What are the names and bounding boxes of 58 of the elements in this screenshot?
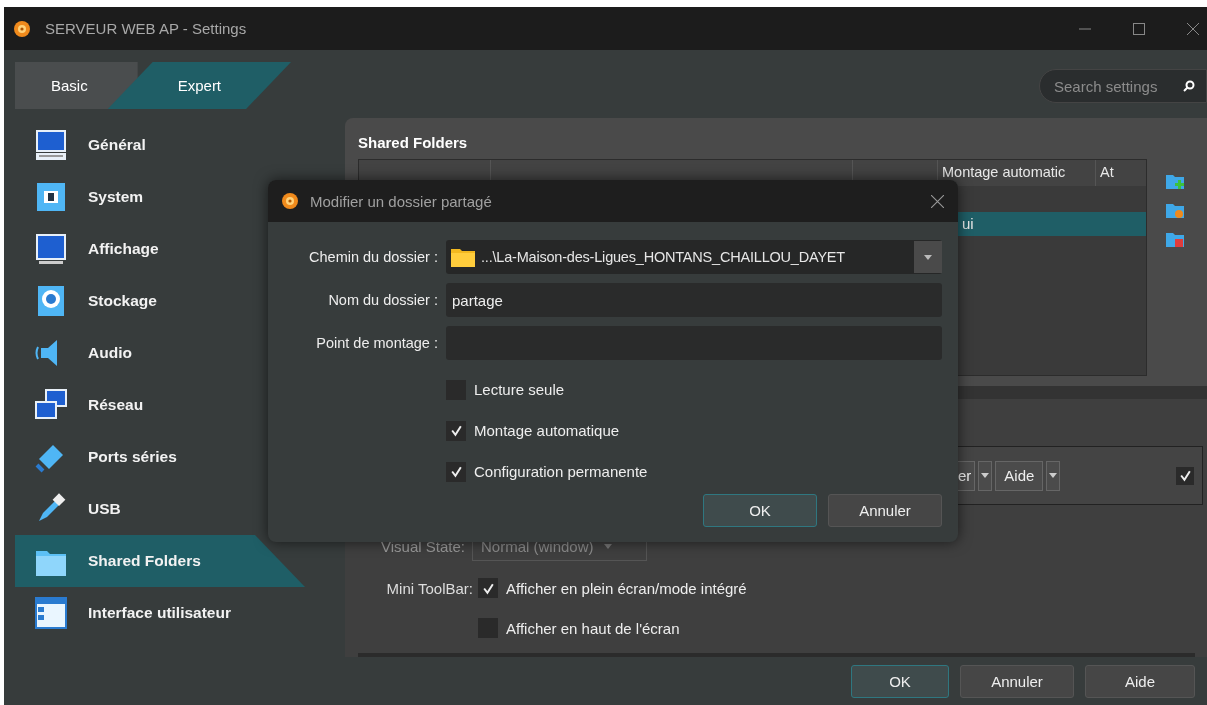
check-icon [481, 581, 495, 595]
close-icon[interactable] [931, 194, 944, 208]
monitor-icon [35, 129, 67, 161]
check-icon [449, 424, 463, 437]
search-field[interactable]: Search settings [1039, 69, 1207, 103]
column-header[interactable]: At [1096, 160, 1146, 186]
caret-icon [924, 254, 932, 260]
checkbox-label: Afficher en haut de l'écran [506, 619, 680, 637]
field-label: Chemin du dossier : [308, 249, 439, 265]
caret-icon [1049, 473, 1058, 478]
sidebar-item[interactable]: Interface utilisateur [15, 587, 305, 639]
gear-icon [280, 191, 300, 211]
dropdown-button[interactable] [1046, 460, 1061, 491]
sidebar-item[interactable]: Général [15, 119, 305, 171]
field-label: Point de montage : [315, 335, 439, 351]
field-label: Visual State: [380, 537, 465, 555]
check-icon [1178, 469, 1192, 482]
folder-path-dropdown[interactable]: ...\La-Maison-des-Ligues_HONTANS_CHAILLOU_DAYET [446, 240, 942, 274]
sidebar-item[interactable]: Ports séries [15, 431, 305, 483]
sidebar-item[interactable]: System [15, 171, 305, 223]
dropdown-button[interactable] [978, 460, 993, 491]
toolbar-button[interactable]: Aide [995, 460, 1044, 491]
maximize-icon[interactable] [1133, 22, 1145, 35]
window-title: SERVEUR WEB AP - Settings [45, 20, 247, 37]
field-label: Nom du dossier : [327, 292, 439, 308]
checkbox[interactable] [446, 461, 466, 482]
sidebar-item[interactable]: Stockage [15, 275, 305, 327]
dialog-button[interactable]: Annuler [960, 664, 1074, 698]
mode-tab[interactable]: Basic [15, 62, 138, 109]
caret-icon [981, 473, 990, 478]
sidebar-item[interactable]: USB [15, 483, 305, 535]
close-icon[interactable] [1187, 22, 1199, 35]
check-icon [449, 465, 463, 478]
checkbox[interactable] [478, 578, 498, 598]
checkbox[interactable] [446, 420, 466, 441]
chip-icon [35, 181, 67, 213]
window-icon [35, 597, 67, 629]
dialog-title: Modifier un dossier partagé [310, 192, 492, 210]
sidebar-item[interactable]: Audio [15, 327, 305, 379]
checkbox-label: Afficher en plein écran/mode intégré [506, 579, 747, 597]
dialog-button[interactable]: Annuler [828, 494, 942, 527]
checkbox-label: Lecture seule [474, 381, 565, 398]
checkbox[interactable] [1176, 466, 1194, 485]
sidebar-item[interactable]: Affichage [15, 223, 305, 275]
search-icon [1183, 80, 1195, 92]
panel-title: Shared Folders [358, 134, 469, 153]
network-icon [35, 389, 67, 421]
sidebar-item[interactable]: Réseau [15, 379, 305, 431]
checkbox-label: Configuration permanente [474, 463, 648, 480]
checkbox-label: Montage automatique [474, 422, 620, 439]
input-field[interactable]: partage [446, 283, 942, 317]
field-label: Mini ToolBar: [385, 579, 473, 597]
monitor-icon [35, 233, 67, 265]
dialog-button[interactable]: OK [703, 494, 817, 527]
dialog-button[interactable]: Aide [1085, 664, 1195, 698]
gear-icon [12, 18, 32, 39]
dialog-button[interactable]: OK [851, 664, 949, 698]
folder-icon [451, 247, 475, 267]
